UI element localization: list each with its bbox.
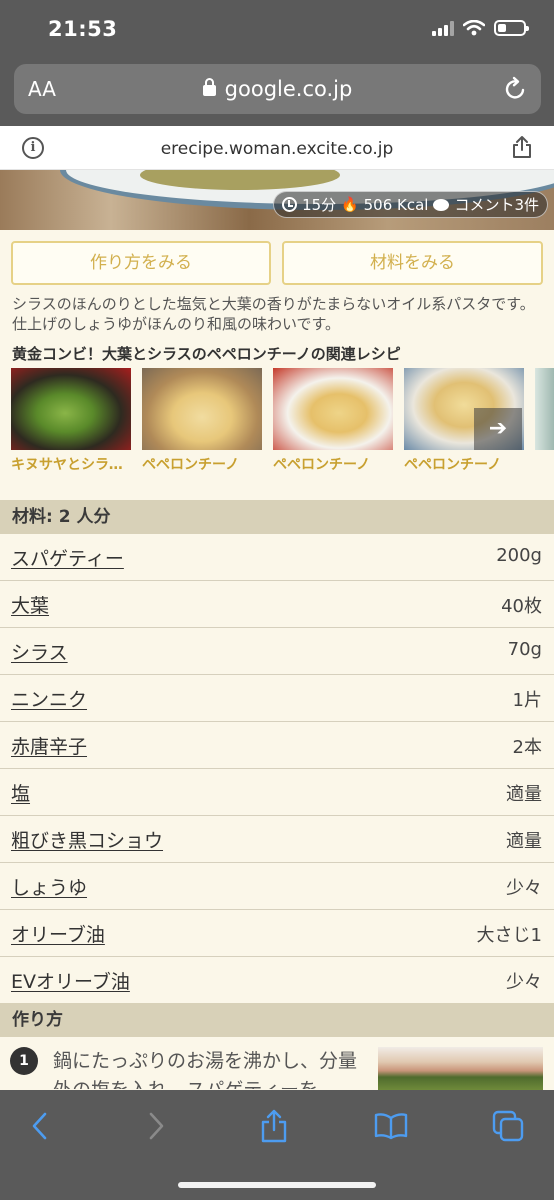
ingredient-qty: 少々 [506,972,542,993]
book-icon [374,1113,408,1140]
how-to-button[interactable]: 作り方をみる [11,241,271,285]
ingredient-name[interactable]: EVオリーブ油 [11,967,130,994]
recipe-description: シラスのほんのりとした塩気と大葉の香りがたまらないオイル系パスタです。仕上げのし… [12,295,535,333]
ingredient-qty: 40枚 [501,596,542,617]
ingredient-name[interactable]: 塩 [11,779,30,806]
ingredient-row: 大葉 40枚 [0,581,554,628]
forward-button[interactable] [134,1104,178,1148]
reload-icon[interactable] [503,76,527,102]
status-time: 21:53 [48,17,118,41]
ingredients-heading: 材料: 2 人分 [0,500,554,534]
related-recipe-label-4[interactable]: ペペロンチーノ [404,454,525,474]
carousel-next-button[interactable]: ➔ [474,408,522,450]
ingredient-name[interactable]: ニンニク [11,685,87,712]
ingredients-button[interactable]: 材料をみる [282,241,543,285]
address-bar[interactable]: AA google.co.jp [14,64,541,114]
clock-icon [282,197,298,212]
comment-bubble-icon [433,198,450,211]
ingredient-qty: 200g [496,545,542,566]
browser-url-area: AA google.co.jp [0,60,554,126]
ingredient-row: EVオリーブ油 少々 [0,957,554,1004]
status-icons [432,20,529,36]
step-photo[interactable] [378,1047,543,1090]
share-icon[interactable] [512,135,532,159]
ingredient-qty: 1片 [512,690,542,711]
step-text: 鍋にたっぷりのお湯を沸かし、分量外の塩を入れ、スパゲティーを [53,1050,358,1089]
ingredient-qty: 大さじ1 [476,925,542,946]
ingredient-row: シラス 70g [0,628,554,675]
ingredient-row: オリーブ油 大さじ1 [0,910,554,957]
ingredient-name[interactable]: 赤唐辛子 [11,732,87,759]
recipe-hero-image: 15分 🔥 506 Kcal コメント3件 [0,170,554,230]
step-number-badge: 1 [10,1047,38,1075]
ingredient-name[interactable]: シラス [11,638,68,665]
ingredient-row: ニンニク 1片 [0,675,554,722]
ingredient-qty: 適量 [506,831,542,852]
ingredient-qty: 2本 [512,737,542,758]
ingredient-name[interactable]: 大葉 [11,591,49,618]
ingredient-name[interactable]: 粗びき黒コショウ [11,826,163,853]
ingredient-row: 赤唐辛子 2本 [0,722,554,769]
home-indicator [178,1182,376,1188]
ingredient-row: スパゲティー 200g [0,534,554,581]
recipe-time: 15分 [302,196,337,214]
share-icon [261,1109,287,1143]
ingredient-row: 粗びき黒コショウ 適量 [0,816,554,863]
related-recipe-label-2[interactable]: ペペロンチーノ [142,454,263,474]
bookmarks-button[interactable] [369,1104,413,1148]
recipe-comments[interactable]: コメント3件 [454,194,539,215]
related-recipe-label-3[interactable]: ペペロンチーノ [273,454,394,474]
related-recipe-image-1[interactable] [11,368,131,450]
wifi-icon [463,20,485,36]
url-display[interactable]: google.co.jp [14,77,541,101]
status-bar: 21:53 [0,0,554,60]
lock-icon [202,78,216,96]
ingredient-qty: 適量 [506,784,542,805]
recipe-calories: 506 Kcal [363,195,429,214]
flame-icon: 🔥 [341,196,359,213]
ingredient-qty: 少々 [506,878,542,899]
ingredient-name[interactable]: スパゲティー [11,544,124,571]
chevron-right-icon [149,1112,164,1140]
related-recipe-image-3[interactable] [273,368,393,450]
signal-icon [432,20,454,36]
tabs-button[interactable] [486,1104,530,1148]
site-domain: erecipe.woman.excite.co.jp [160,139,394,159]
ingredient-qty: 70g [507,639,542,660]
chevron-left-icon [32,1112,47,1140]
ingredient-name[interactable]: オリーブ油 [11,920,105,947]
ingredient-row: 塩 適量 [0,769,554,816]
ingredient-name[interactable]: しょうゆ [11,873,87,900]
related-recipes-heading: 黄金コンビ！大葉とシラスのペペロンチーノの関連レシピ [12,345,401,363]
site-info-bar: i erecipe.woman.excite.co.jp [0,126,554,170]
share-button[interactable] [252,1104,296,1148]
related-recipe-label-1[interactable]: キヌサヤとシラスのペペロンチーノ [11,454,132,474]
back-button[interactable] [18,1104,62,1148]
url-text: google.co.jp [224,77,353,101]
tabs-icon [492,1110,524,1142]
steps-heading: 作り方 [0,1003,554,1037]
recipe-meta-badges: 15分 🔥 506 Kcal コメント3件 [273,191,548,218]
related-recipe-image-2[interactable] [142,368,262,450]
related-recipe-image-5[interactable] [535,368,554,450]
battery-icon [494,20,529,36]
arrow-right-icon: ➔ [488,416,508,441]
ingredient-row: しょうゆ 少々 [0,863,554,910]
